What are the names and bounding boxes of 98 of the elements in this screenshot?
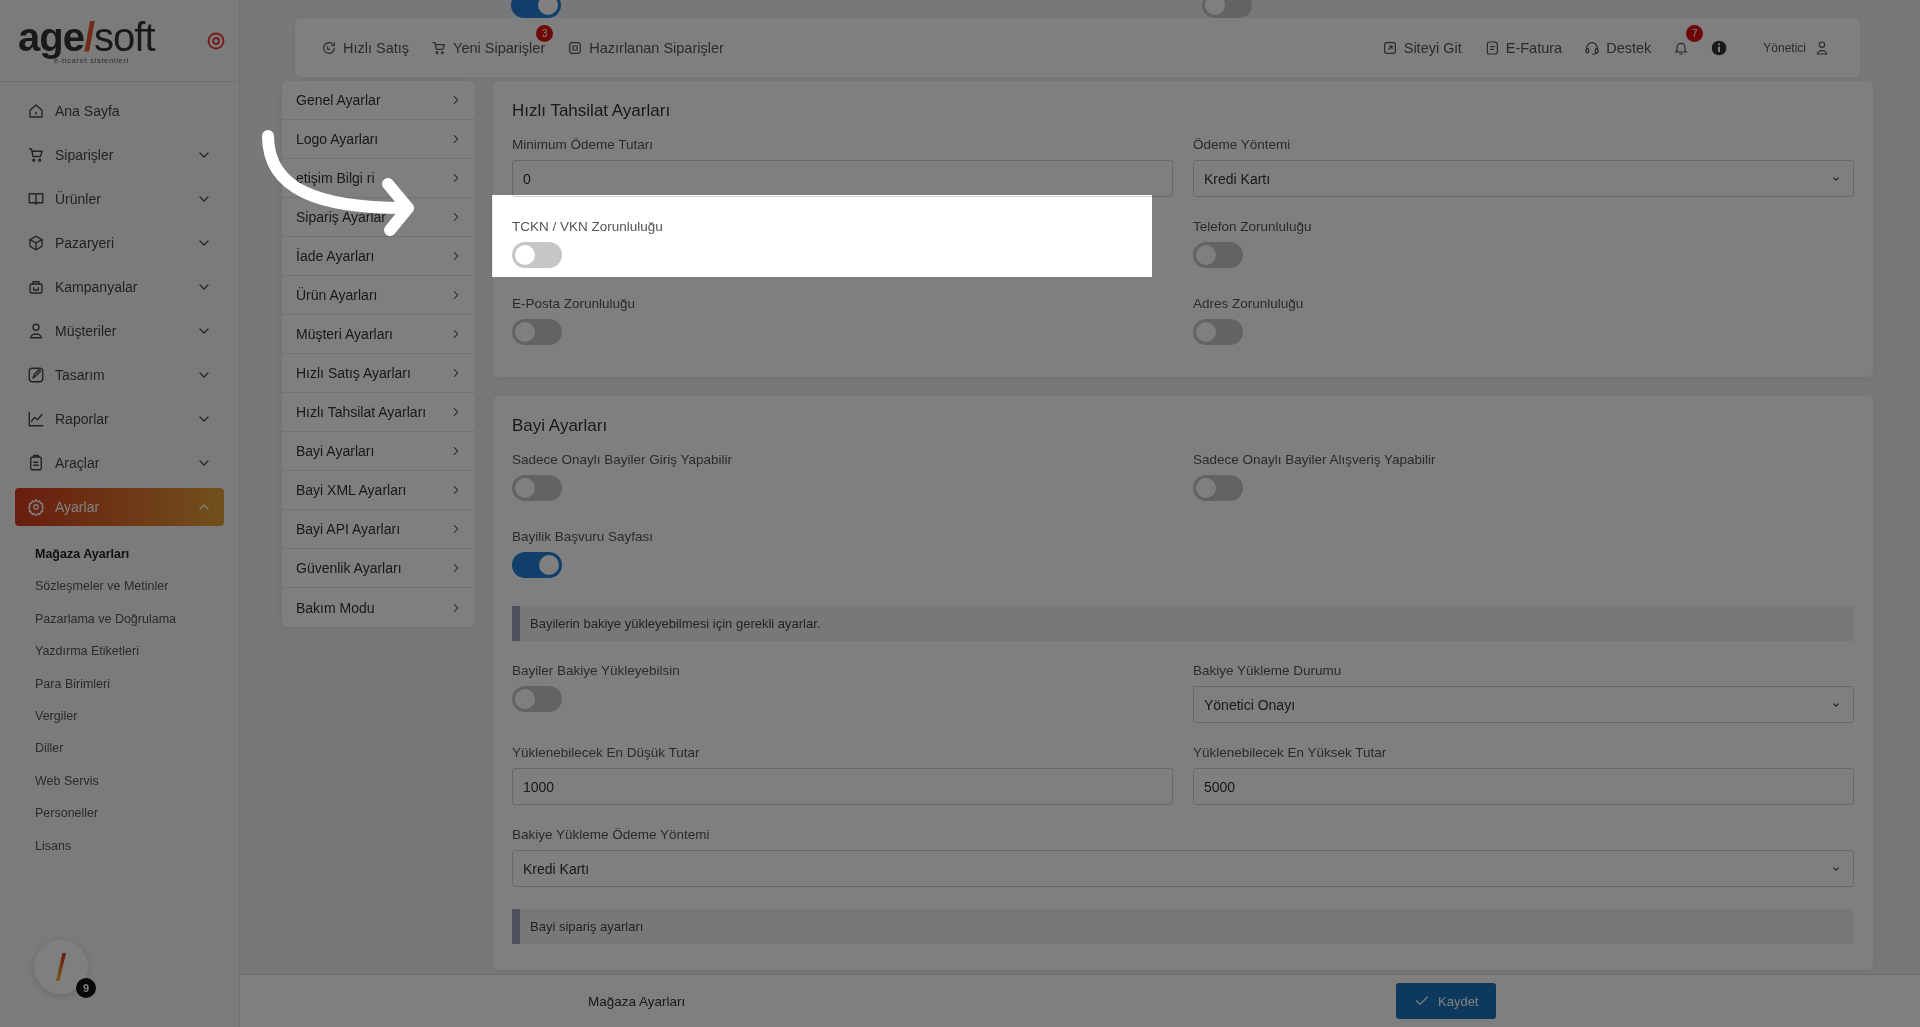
toggle-switch[interactable] <box>1193 242 1243 268</box>
select-field[interactable]: Kredi Kartı <box>1193 160 1854 197</box>
settings-menu-item[interactable]: etişim Bilgi ri <box>282 159 475 198</box>
toggle-switch[interactable] <box>1193 475 1243 501</box>
settings-menu-item[interactable]: Bayi Ayarları <box>282 432 475 471</box>
select-field[interactable]: Kredi Kartı <box>512 850 1854 887</box>
cart-icon <box>27 146 45 164</box>
submenu-item[interactable]: Lisans <box>35 829 224 862</box>
sidebar-item[interactable]: Tasarım <box>15 356 224 394</box>
select-field[interactable]: Yönetici Onayı <box>1193 686 1854 723</box>
sidebar-item[interactable]: Ürünler <box>15 180 224 218</box>
box-icon <box>567 39 584 56</box>
save-button[interactable]: Kaydet <box>1396 983 1497 1019</box>
external-link-icon <box>1381 39 1398 56</box>
settings-menu-item[interactable]: Bakım Modu <box>282 588 475 627</box>
count-badge: 3 <box>536 24 554 42</box>
sidebar-item[interactable]: Ana Sayfa <box>15 92 224 130</box>
submenu-item[interactable]: Personeller <box>35 797 224 830</box>
field-label: Bayilik Başvuru Sayfası <box>512 529 654 545</box>
field-label: Sadece Onaylı Bayiler Giriş Yapabilir <box>512 452 733 468</box>
submenu-item[interactable]: Yazdırma Etiketleri <box>35 635 224 668</box>
settings-icon <box>27 498 45 516</box>
submenu-item[interactable]: Pazarlama ve Doğrulama <box>35 602 224 636</box>
sidebar-item[interactable]: Müşteriler <box>15 312 224 350</box>
chart-icon <box>27 410 45 428</box>
page-title: Mağaza Ayarları <box>588 993 687 1009</box>
cart-icon <box>431 39 448 56</box>
nav-link[interactable]: Destek <box>1584 39 1652 56</box>
info-note: Bayi sipariş ayarları <box>512 909 1854 944</box>
input-field[interactable]: 0 <box>512 160 1173 197</box>
field-label: Yüklenebilecek En Düşük Tutar <box>512 745 700 761</box>
card-title: Hızlı Tahsilat Ayarları <box>512 101 672 121</box>
house-icon <box>27 102 45 120</box>
settings-menu-item[interactable]: Genel Ayarlar <box>282 81 475 120</box>
field-label: Bakiye Yükleme Durumu <box>1193 663 1342 679</box>
nav-link[interactable]: Hızlı Satış <box>321 39 410 56</box>
field-label: E-Posta Zorunluluğu <box>512 296 636 312</box>
card-title: Bayi Ayarları <box>512 416 609 436</box>
info-note: Bayilerin bakiye yükleyebilmesi için gerekli ayarlar. <box>512 606 1854 641</box>
info-icon[interactable] <box>1711 39 1728 56</box>
submenu-item[interactable]: Diller <box>35 732 224 765</box>
refresh-icon <box>321 39 337 56</box>
settings-menu-item[interactable]: Ürün Ayarları <box>282 276 475 315</box>
slash-logo-icon <box>54 953 68 981</box>
nav-link[interactable]: Yeni Siparişler <box>431 39 546 56</box>
settings-menu-item[interactable]: Güvenlik Ayarları <box>282 549 475 588</box>
settings-menu-item[interactable]: İade Ayarları <box>282 237 475 276</box>
logo-text: age/soft <box>18 16 155 57</box>
sidebar-item[interactable]: Araçlar <box>15 444 224 482</box>
toggle-switch[interactable] <box>512 242 562 268</box>
field-label: Sadece Onaylı Bayiler Alışveriş Yapabilir <box>1193 452 1436 468</box>
input-field[interactable]: 5000 <box>1193 768 1854 805</box>
input-field[interactable]: 1000 <box>512 768 1173 805</box>
submenu-item[interactable]: Web Servis <box>35 764 224 798</box>
field-label: Bayiler Bakiye Yükleyebilsin <box>512 663 680 679</box>
settings-menu-item[interactable]: Logo Ayarları <box>282 120 475 159</box>
count-badge: 9 <box>76 978 96 998</box>
toggle-switch[interactable] <box>512 319 562 345</box>
book-icon <box>27 190 45 208</box>
cube-icon <box>27 234 45 252</box>
submenu-item[interactable]: Para Birimleri <box>35 667 224 700</box>
sidebar-item[interactable]: Raporlar <box>15 400 224 438</box>
toggle-switch[interactable] <box>1193 319 1243 345</box>
user-icon <box>1814 39 1830 56</box>
person-icon <box>27 322 45 340</box>
pencil-icon <box>27 366 45 384</box>
toggle-switch[interactable] <box>512 552 562 578</box>
sidebar-item[interactable]: Pazaryeri <box>15 224 224 262</box>
settings-menu-item[interactable]: Müşteri Ayarları <box>282 315 475 354</box>
field-label: Telefon Zorunluluğu <box>1193 219 1312 235</box>
field-label: Minimum Ödeme Tutarı <box>512 137 654 153</box>
user-menu[interactable]: Yönetici <box>1763 39 1830 56</box>
submenu-item[interactable]: Vergiler <box>35 699 224 733</box>
field-label: TCKN / VKN Zorunluluğu <box>512 219 663 235</box>
basket-icon <box>27 278 45 296</box>
settings-menu-item[interactable]: Hızlı Tahsilat Ayarları <box>282 393 475 432</box>
target-icon[interactable] <box>207 31 225 50</box>
submenu-item[interactable]: Sözleşmeler ve Metinler <box>35 570 224 603</box>
toggle-switch[interactable] <box>512 475 562 501</box>
settings-menu-item[interactable]: Hızlı Satış Ayarları <box>282 354 475 393</box>
nav-link[interactable]: Siteyi Git <box>1381 39 1462 56</box>
nav-link[interactable]: E-Fatura <box>1483 39 1563 56</box>
count-badge: 7 <box>1686 24 1704 42</box>
toggle-switch[interactable] <box>512 686 562 712</box>
clipboard-icon <box>27 454 45 472</box>
sidebar-item[interactable]: Ayarlar <box>15 488 224 526</box>
settings-menu-item[interactable]: Bayi API Ayarları <box>282 510 475 549</box>
field-label: Bakiye Yükleme Ödeme Yöntemi <box>512 827 710 843</box>
field-label: Ödeme Yöntemi <box>1193 137 1291 153</box>
headset-icon <box>1584 39 1601 56</box>
field-label: Yüklenebilecek En Yüksek Tutar <box>1193 745 1387 761</box>
nav-link[interactable]: Hazırlanan Siparişler <box>567 39 724 56</box>
sidebar-item[interactable]: Siparişler <box>15 136 224 174</box>
field-label: Adres Zorunluluğu <box>1193 296 1304 312</box>
submenu-item[interactable]: Mağaza Ayarları <box>35 538 224 571</box>
settings-menu-item[interactable]: Bayi XML Ayarları <box>282 471 475 510</box>
sidebar-item[interactable]: Kampanyalar <box>15 268 224 306</box>
settings-menu-item[interactable]: Sipariş Ayarlar <box>282 198 475 237</box>
